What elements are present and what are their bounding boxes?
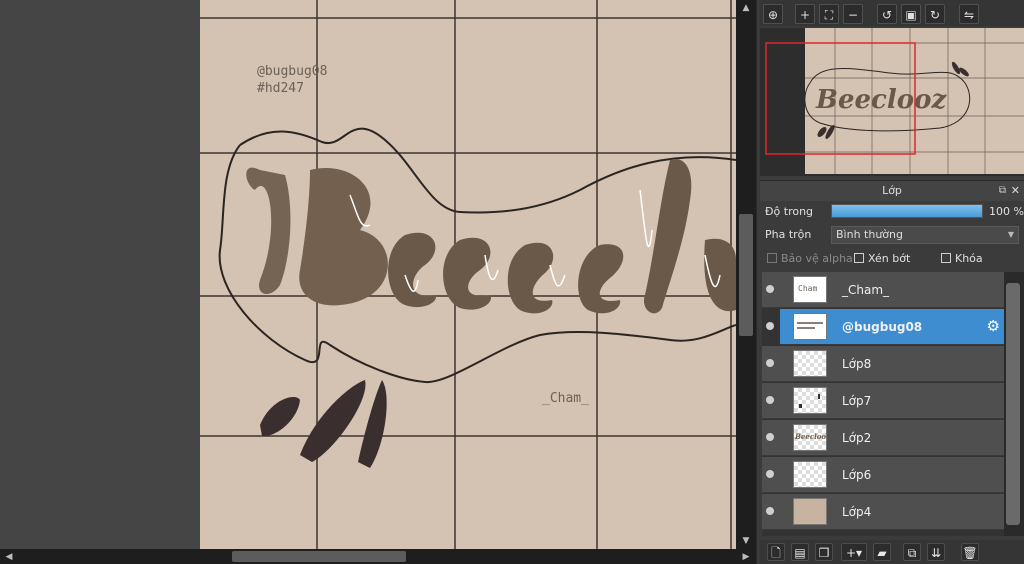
delete-layer-icon[interactable]: 🗑 bbox=[961, 543, 979, 561]
layer-name: Lớp6 bbox=[842, 468, 872, 482]
checkbox-icon bbox=[941, 253, 951, 263]
scroll-down-icon[interactable]: ▼ bbox=[740, 536, 752, 546]
layer-name: @bugbug08 bbox=[842, 320, 923, 334]
blend-mode-value: Bình thường bbox=[836, 228, 903, 241]
chevron-down-icon: ▼ bbox=[1007, 230, 1014, 239]
scroll-right-icon[interactable]: ▶ bbox=[740, 552, 752, 562]
opacity-value: 100 % bbox=[989, 205, 1024, 218]
canvas-vertical-scroll-thumb[interactable] bbox=[739, 214, 753, 336]
navigator-toolbar: ⊕ + ⛶ − ↺ ▣ ↻ ⇋ bbox=[760, 0, 1024, 26]
blend-mode-select[interactable]: Bình thường ▼ bbox=[831, 226, 1019, 244]
lettering bbox=[246, 159, 736, 314]
credit-tag-text: #hd247 bbox=[257, 81, 304, 96]
visibility-icon[interactable] bbox=[766, 507, 774, 515]
protect-alpha-checkbox[interactable]: Bảo vệ alpha bbox=[767, 251, 853, 267]
layer-name: Lớp8 bbox=[842, 357, 872, 371]
zoom-out-icon[interactable]: − bbox=[843, 4, 863, 24]
fit-screen-icon[interactable]: ▣ bbox=[901, 4, 921, 24]
visibility-icon[interactable] bbox=[766, 433, 774, 441]
merge-layer-icon[interactable]: ⇊ bbox=[927, 543, 945, 561]
layer-row-bugbug08[interactable]: @bugbug08 ⚙ bbox=[766, 309, 1004, 345]
layer-thumbnail: Beeclooz bbox=[793, 424, 827, 451]
popout-icon[interactable]: ⧉ bbox=[999, 181, 1006, 201]
layer-name: Lớp4 bbox=[842, 505, 872, 519]
opacity-slider-fill bbox=[832, 205, 982, 217]
visibility-icon[interactable] bbox=[766, 359, 774, 367]
layer-row-cham[interactable]: Cham _Cham_ bbox=[762, 272, 1004, 308]
zoom-in-icon[interactable]: + bbox=[795, 4, 815, 24]
new-layer-copy-icon[interactable]: ❐ bbox=[815, 543, 833, 561]
layer-panel-header: Lớp ⧉ ✕ bbox=[760, 180, 1024, 201]
thumbnail-text: Beeclooz bbox=[795, 432, 827, 441]
layer-thumbnail: Cham bbox=[793, 276, 827, 303]
layer-thumbnail bbox=[793, 498, 827, 525]
add-layer-menu-icon[interactable]: +▾ bbox=[841, 543, 867, 561]
layer-thumbnail bbox=[793, 350, 827, 377]
layer-name: Lớp7 bbox=[842, 394, 872, 408]
blend-label: Pha trộn bbox=[765, 228, 812, 241]
duplicate-layer-icon[interactable]: ⧉ bbox=[903, 543, 921, 561]
gear-icon[interactable]: ⚙ bbox=[987, 318, 1000, 334]
layer-thumbnail bbox=[793, 461, 827, 488]
scroll-left-icon[interactable]: ◀ bbox=[3, 552, 15, 562]
layer-name: _Cham_ bbox=[842, 283, 890, 297]
new-layer-icon[interactable]: 🗋 bbox=[767, 543, 785, 561]
close-icon[interactable]: ✕ bbox=[1011, 181, 1020, 201]
visibility-icon[interactable] bbox=[766, 470, 774, 478]
clipping-checkbox[interactable]: Xén bớt bbox=[854, 251, 910, 267]
zoom-actual-icon[interactable]: ⊕ bbox=[763, 4, 783, 24]
navigator-preview-text: Beeclooz bbox=[815, 85, 947, 115]
scroll-up-icon[interactable]: ▲ bbox=[740, 3, 752, 13]
flip-horizontal-icon[interactable]: ⇋ bbox=[959, 4, 979, 24]
opacity-label: Độ trong bbox=[765, 205, 814, 218]
visibility-icon[interactable] bbox=[766, 322, 774, 330]
layer-row-lop6[interactable]: Lớp6 bbox=[762, 457, 1004, 493]
rotate-left-icon[interactable]: ↺ bbox=[877, 4, 897, 24]
layer-list: Cham _Cham_ @bugbug08 ⚙ Lớp8 Lớp7 Beeclo… bbox=[762, 272, 1004, 536]
lock-checkbox[interactable]: Khóa bbox=[941, 251, 983, 267]
canvas-horizontal-scroll-thumb[interactable] bbox=[232, 551, 406, 562]
credit-handle-text: @bugbug08 bbox=[257, 64, 328, 79]
lock-label: Khóa bbox=[955, 252, 983, 265]
navigator-preview[interactable]: Beeclooz bbox=[760, 28, 1024, 176]
layer-thumbnail bbox=[793, 387, 827, 414]
checkbox-icon bbox=[767, 253, 777, 263]
clipping-label: Xén bớt bbox=[868, 252, 911, 265]
visibility-icon[interactable] bbox=[766, 285, 774, 293]
layer-row-lop4[interactable]: Lớp4 bbox=[762, 494, 1004, 530]
layer-toolbar: 🗋 ▤ ❐ +▾ ▰ ⧉ ⇊ 🗑 bbox=[760, 540, 1024, 564]
new-layer-from-file-icon[interactable]: ▤ bbox=[791, 543, 809, 561]
layer-list-scroll-thumb[interactable] bbox=[1006, 283, 1020, 525]
signature-text: _Cham_ bbox=[542, 391, 589, 406]
layer-row-lop7[interactable]: Lớp7 bbox=[762, 383, 1004, 419]
rotate-right-icon[interactable]: ↻ bbox=[925, 4, 945, 24]
opacity-slider[interactable] bbox=[831, 204, 983, 218]
protect-alpha-label: Bảo vệ alpha bbox=[781, 252, 853, 265]
layer-panel-title: Lớp bbox=[882, 184, 902, 197]
brush-marks bbox=[260, 380, 387, 468]
checkbox-icon bbox=[854, 253, 864, 263]
artboard[interactable]: @bugbug08 #hd247 _Cham_ bbox=[200, 0, 736, 549]
fit-window-icon[interactable]: ⛶ bbox=[819, 4, 839, 24]
new-folder-icon[interactable]: ▰ bbox=[873, 543, 891, 561]
visibility-icon[interactable] bbox=[766, 396, 774, 404]
layer-row-lop8[interactable]: Lớp8 bbox=[762, 346, 1004, 382]
layer-row-lop2[interactable]: Beeclooz Lớp2 bbox=[762, 420, 1004, 456]
layer-thumbnail bbox=[793, 313, 827, 340]
thumbnail-text: Cham bbox=[798, 284, 818, 293]
layer-name: Lớp2 bbox=[842, 431, 872, 445]
